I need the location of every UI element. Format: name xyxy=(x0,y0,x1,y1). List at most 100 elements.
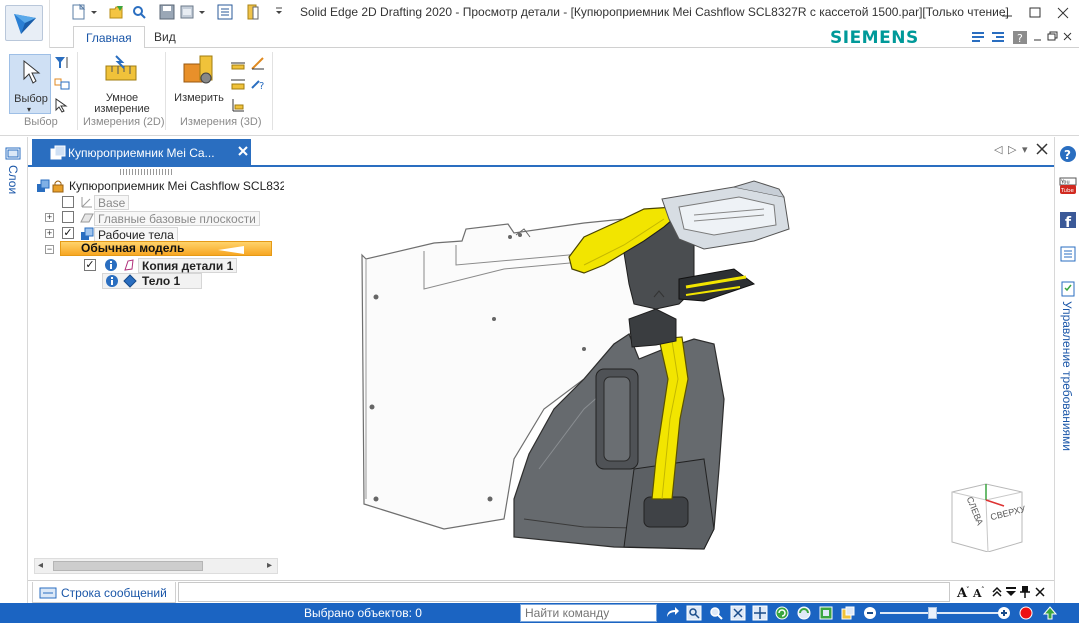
command-search-input[interactable] xyxy=(520,604,657,622)
tree-horizontal-scrollbar[interactable]: ◂ ▸ xyxy=(34,558,278,574)
measure-min-distance-icon[interactable] xyxy=(229,76,247,92)
checkbox-reference-planes[interactable] xyxy=(62,211,74,223)
tree-item-base[interactable]: Base xyxy=(78,194,138,210)
new-dropdown-icon[interactable] xyxy=(90,3,98,21)
checkbox-base[interactable] xyxy=(62,196,74,208)
tree-item-reference-planes[interactable]: Главные базовые плоскости xyxy=(78,210,260,226)
minimize-icon[interactable] xyxy=(996,4,1018,22)
open-folder-icon[interactable] xyxy=(108,3,126,21)
command-finder-icon[interactable] xyxy=(970,30,986,45)
zoom-slider-thumb[interactable] xyxy=(928,607,937,619)
smart-measure-button[interactable]: Умное измерение xyxy=(88,52,156,115)
display-style-icon[interactable] xyxy=(840,605,856,621)
svg-text:f: f xyxy=(1065,215,1072,229)
record-icon[interactable] xyxy=(1018,605,1034,621)
measure-angle-icon[interactable] xyxy=(249,55,267,71)
close-message-bar-icon[interactable] xyxy=(1034,584,1046,603)
left-panel-strip: Слои xyxy=(0,137,28,603)
collapse-icon[interactable]: − xyxy=(45,245,54,254)
body-icon xyxy=(123,274,137,288)
expand-icon[interactable]: + xyxy=(45,213,54,222)
select-button[interactable]: Выбор ▾ xyxy=(9,54,51,114)
youtube-icon[interactable]: You Tube xyxy=(1059,177,1077,195)
checkbox-design-bodies[interactable]: ✓ xyxy=(62,227,74,239)
scroll-thumb[interactable] xyxy=(53,561,203,571)
measure-distance-icon[interactable] xyxy=(229,55,247,71)
zoom-out-icon[interactable] xyxy=(862,605,878,621)
svg-text:?: ? xyxy=(1064,148,1071,162)
tree-item-part-copy[interactable]: Копия детали 1 xyxy=(102,257,262,273)
measure-normal-icon[interactable] xyxy=(229,97,247,113)
rotate-icon[interactable] xyxy=(774,605,790,621)
ribbon-restore-icon[interactable] xyxy=(1044,30,1060,45)
scroll-left-icon[interactable]: ◂ xyxy=(38,560,43,571)
print-dropdown-icon[interactable] xyxy=(198,3,206,21)
close-window-icon[interactable] xyxy=(1052,4,1074,22)
fit-icon[interactable] xyxy=(730,605,746,621)
checkbox-part-copy[interactable]: ✓ xyxy=(84,259,96,271)
tree-root[interactable]: Купюроприемник Mei Cashflow SCL832 xyxy=(34,179,286,195)
find-icon[interactable] xyxy=(130,3,148,21)
font-size-up-icon[interactable]: A ˄ xyxy=(972,584,988,603)
tab-list-icon[interactable]: ▾ xyxy=(1022,143,1028,156)
zoom-slider-track[interactable] xyxy=(880,612,1000,614)
properties-panel-icon[interactable] xyxy=(1059,245,1077,263)
upload-icon[interactable] xyxy=(1042,605,1058,621)
sketch-view-icon[interactable] xyxy=(818,605,834,621)
part-copy-icon xyxy=(122,258,136,272)
message-bar-tab[interactable]: Строка сообщений xyxy=(32,582,176,603)
customize-qat-icon[interactable] xyxy=(274,3,284,21)
close-all-tabs-icon[interactable] xyxy=(1036,143,1048,158)
spin-about-icon[interactable] xyxy=(796,605,812,621)
layers-icon[interactable] xyxy=(4,145,22,164)
view-cube[interactable]: СЛЕВА СВЕРХУ xyxy=(946,482,1027,553)
status-bar: Выбрано объектов: 0 xyxy=(0,603,1079,623)
tree-item-body-1[interactable]: Тело 1 xyxy=(102,273,202,289)
filter-icon[interactable] xyxy=(53,55,71,71)
close-tab-icon[interactable] xyxy=(237,144,249,163)
rollback-marker-icon[interactable] xyxy=(216,244,246,258)
scroll-right-icon[interactable]: ▸ xyxy=(267,560,272,571)
svg-text:˅: ˅ xyxy=(966,586,970,594)
tree-item-design-bodies[interactable]: Рабочие тела xyxy=(78,226,198,242)
zoom-area-icon[interactable] xyxy=(686,605,702,621)
expand-icon[interactable]: + xyxy=(45,229,54,238)
expand-down-icon[interactable] xyxy=(1004,584,1018,603)
tab-scroll-left-icon[interactable]: ◁ xyxy=(994,143,1002,156)
layout-icon[interactable] xyxy=(990,30,1006,45)
maximize-icon[interactable] xyxy=(1024,4,1046,22)
tab-view[interactable]: Вид xyxy=(142,26,188,49)
3d-viewport[interactable] xyxy=(284,169,1054,577)
new-document-icon[interactable] xyxy=(70,3,88,21)
group-label-measure-3d: Измерения (3D) xyxy=(180,116,262,128)
run-command-icon[interactable] xyxy=(664,605,680,621)
ribbon-close-icon[interactable] xyxy=(1060,30,1076,45)
document-tab[interactable]: Купюроприемник Mei Ca... xyxy=(32,139,251,167)
close-document-icon[interactable] xyxy=(244,3,262,21)
save-icon[interactable] xyxy=(158,3,176,21)
measure-button[interactable]: Измерить xyxy=(170,52,228,114)
requirements-management-tab[interactable]: Управление требованиями xyxy=(1060,301,1074,451)
help-circle-icon[interactable]: ? xyxy=(1059,145,1077,163)
collapse-up-icon[interactable] xyxy=(990,584,1004,603)
tab-scroll-right-icon[interactable]: ▷ xyxy=(1008,143,1016,156)
pan-icon[interactable] xyxy=(752,605,768,621)
facebook-icon[interactable]: f xyxy=(1059,211,1077,231)
font-size-down-icon[interactable]: A ˅ xyxy=(956,584,972,603)
selection-count: Выбрано объектов: 0 xyxy=(304,606,422,620)
tree-splitter-grip[interactable] xyxy=(120,169,174,175)
zoom-in-icon[interactable] xyxy=(996,605,1012,621)
right-panel-strip: ? You Tube f Управление требованиями xyxy=(1054,137,1079,603)
layers-tab[interactable]: Слои xyxy=(6,165,20,194)
application-button[interactable] xyxy=(0,0,50,48)
print-icon[interactable] xyxy=(178,3,196,21)
select-tool-icon[interactable] xyxy=(53,97,71,113)
requirements-icon[interactable] xyxy=(1059,279,1077,297)
properties-icon[interactable] xyxy=(216,3,234,21)
pin-icon[interactable] xyxy=(1018,584,1032,603)
select-group-icon[interactable] xyxy=(53,76,71,92)
help-icon[interactable]: ? xyxy=(1012,30,1028,45)
zoom-icon[interactable] xyxy=(708,605,724,621)
inspect-icon[interactable]: ? xyxy=(249,76,267,92)
tab-home[interactable]: Главная xyxy=(73,26,145,49)
